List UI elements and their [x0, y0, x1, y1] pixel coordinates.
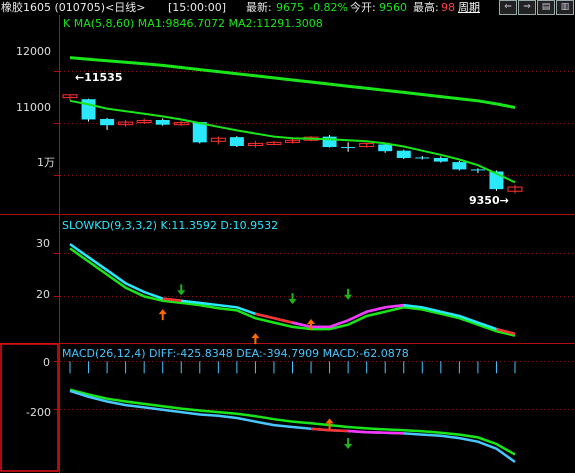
- high-label: 最高:: [413, 1, 439, 14]
- high-price-marker: ←11535: [75, 71, 123, 84]
- candle: [433, 157, 448, 162]
- candle: [192, 122, 207, 143]
- macd-ylabel-0: 0: [43, 356, 50, 369]
- candle: [341, 147, 356, 149]
- period-button[interactable]: 周期: [458, 0, 480, 15]
- price-ylabel-12000: 12000: [16, 45, 51, 58]
- latest-label: 最新:: [246, 1, 272, 14]
- latest-value: 9675: [276, 1, 304, 14]
- prev-icon[interactable]: ⇐: [499, 0, 517, 15]
- macd-indicator-text: MACD(26,12,4) DIFF:-425.8348 DEA:-394.79…: [62, 347, 409, 360]
- macd-cross-segment: [385, 431, 404, 435]
- open-value: 9560: [379, 1, 407, 14]
- nav-buttons: ⇐ ⇒ ▤ ▥: [499, 0, 574, 15]
- candle: [229, 137, 244, 146]
- quote-header: 橡胶1605 (010705)<日线> [15:00:00] 最新: 9675 …: [0, 0, 575, 15]
- price-ylabel-11000: 11000: [16, 101, 51, 114]
- candle: [100, 118, 115, 126]
- instrument-title: 橡胶1605 (010705)<日线>: [1, 1, 146, 14]
- macd-ylabel-neg200: -200: [26, 406, 51, 419]
- open-label: 今开:: [350, 1, 376, 14]
- candle: [396, 150, 411, 158]
- quote-time: [15:00:00]: [168, 1, 226, 14]
- candle: [415, 157, 430, 159]
- layout-icon[interactable]: ▤: [537, 0, 555, 15]
- candle: [378, 144, 393, 152]
- kd-ylabel-20: 20: [36, 288, 50, 301]
- high-value: 98: [441, 1, 455, 14]
- candle: [155, 120, 170, 125]
- change-percent: -0.82%: [309, 1, 348, 14]
- candle: [470, 169, 485, 171]
- ma-indicator-text: K MA(5,8,60) MA1:9846.7072 MA2:11291.300…: [63, 17, 323, 30]
- candle: [81, 99, 96, 120]
- chart-area[interactable]: K MA(5,8,60) MA1:9846.7072 MA2:11291.300…: [0, 15, 575, 473]
- low-price-marker: 9350→: [469, 194, 509, 207]
- grid-icon[interactable]: ▥: [556, 0, 574, 15]
- next-icon[interactable]: ⇒: [518, 0, 536, 15]
- kd-indicator-text: SLOWKD(9,3,3,2) K:11.3592 D:10.9532: [62, 219, 278, 232]
- price-ylabel-10000: 1万: [37, 156, 55, 169]
- kd-ylabel-30: 30: [36, 237, 50, 250]
- candle: [452, 162, 467, 170]
